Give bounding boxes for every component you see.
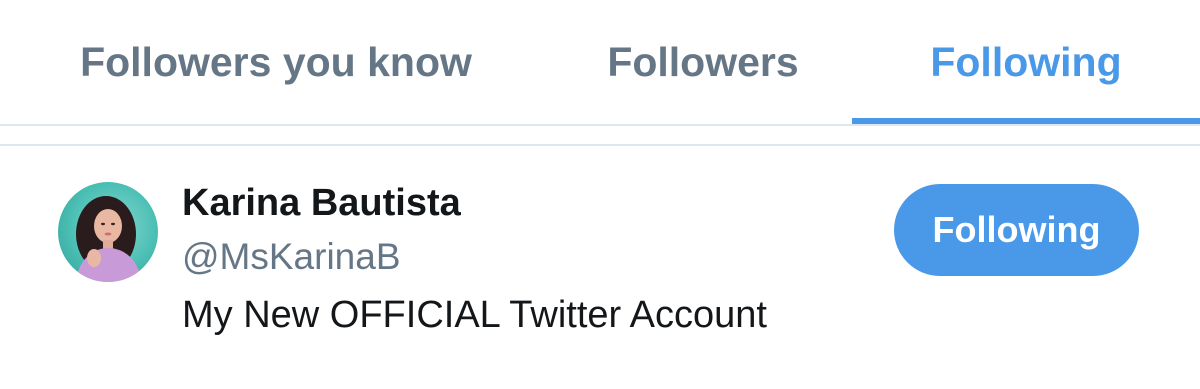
tab-followers-you-know[interactable]: Followers you know <box>40 0 512 124</box>
following-button[interactable]: Following <box>894 184 1139 276</box>
section-gap <box>0 126 1200 144</box>
tab-following[interactable]: Following <box>852 0 1200 124</box>
tab-followers[interactable]: Followers <box>560 0 846 124</box>
display-name[interactable]: Karina Bautista <box>182 182 461 225</box>
user-handle: @MsKarinaB <box>182 236 401 277</box>
following-button-label: Following <box>932 209 1101 250</box>
tab-followers-label: Followers <box>607 38 799 85</box>
avatar[interactable] <box>58 182 158 282</box>
user-list-item[interactable]: Karina Bautista @MsKarinaB My New OFFICI… <box>0 146 1200 389</box>
profile-photo-icon <box>76 196 142 282</box>
user-bio: My New OFFICIAL Twitter Account <box>182 294 767 336</box>
tab-followers-you-know-label: Followers you know <box>80 38 472 85</box>
profile-tabs: Followers you know Followers Following <box>0 0 1200 124</box>
tab-following-label: Following <box>930 38 1122 85</box>
